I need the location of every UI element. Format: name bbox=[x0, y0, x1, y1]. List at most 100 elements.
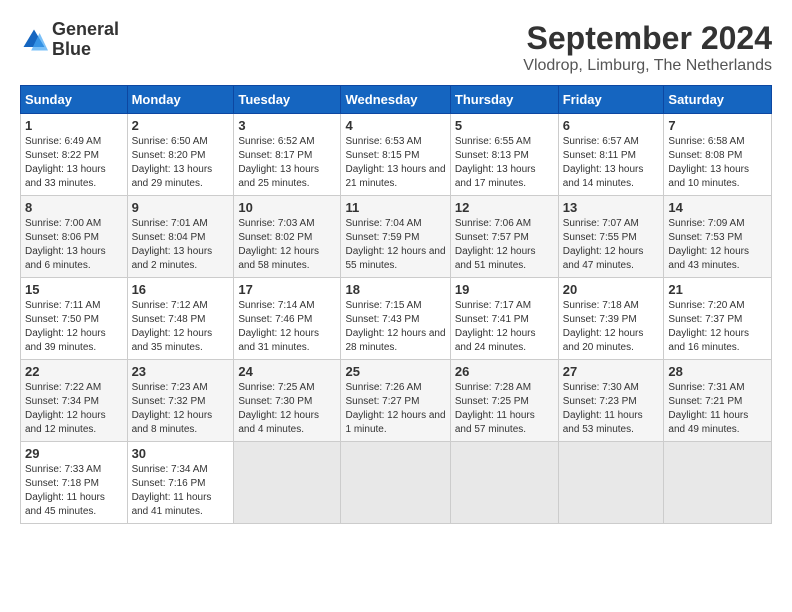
day-info: Sunrise: 7:07 AM Sunset: 7:55 PM Dayligh… bbox=[563, 217, 660, 273]
day-number: 18 bbox=[345, 282, 445, 297]
day-number: 17 bbox=[238, 282, 336, 297]
day-info: Sunrise: 7:09 AM Sunset: 7:53 PM Dayligh… bbox=[668, 217, 767, 273]
calendar-table: SundayMondayTuesdayWednesdayThursdayFrid… bbox=[20, 85, 772, 524]
calendar-cell: 20 Sunrise: 7:18 AM Sunset: 7:39 PM Dayli… bbox=[558, 278, 664, 360]
day-number: 13 bbox=[563, 200, 660, 215]
calendar-week-row: 1 Sunrise: 6:49 AM Sunset: 8:22 PM Daylig… bbox=[21, 114, 772, 196]
day-info: Sunrise: 7:06 AM Sunset: 7:57 PM Dayligh… bbox=[455, 217, 554, 273]
day-info: Sunrise: 7:12 AM Sunset: 7:48 PM Dayligh… bbox=[132, 299, 230, 355]
day-number: 14 bbox=[668, 200, 767, 215]
day-number: 9 bbox=[132, 200, 230, 215]
calendar-cell: 13 Sunrise: 7:07 AM Sunset: 7:55 PM Dayli… bbox=[558, 196, 664, 278]
day-number: 21 bbox=[668, 282, 767, 297]
day-number: 15 bbox=[25, 282, 123, 297]
day-number: 28 bbox=[668, 364, 767, 379]
calendar-cell: 29Sunrise: 7:33 AM Sunset: 7:18 PM Dayli… bbox=[21, 442, 128, 524]
day-info: Sunrise: 7:34 AM Sunset: 7:16 PM Dayligh… bbox=[132, 463, 230, 519]
day-number: 16 bbox=[132, 282, 230, 297]
calendar-cell bbox=[341, 442, 450, 524]
calendar-cell: 11 Sunrise: 7:04 AM Sunset: 7:59 PM Dayli… bbox=[341, 196, 450, 278]
calendar-cell: 28Sunrise: 7:31 AM Sunset: 7:21 PM Dayli… bbox=[664, 360, 772, 442]
day-number: 19 bbox=[455, 282, 554, 297]
calendar-cell: 21 Sunrise: 7:20 AM Sunset: 7:37 PM Dayli… bbox=[664, 278, 772, 360]
day-info: Sunrise: 7:18 AM Sunset: 7:39 PM Dayligh… bbox=[563, 299, 660, 355]
day-info: Sunrise: 7:20 AM Sunset: 7:37 PM Dayligh… bbox=[668, 299, 767, 355]
day-number: 30 bbox=[132, 446, 230, 461]
calendar-cell: 8 Sunrise: 7:00 AM Sunset: 8:06 PM Daylig… bbox=[21, 196, 128, 278]
day-info: Sunrise: 7:15 AM Sunset: 7:43 PM Dayligh… bbox=[345, 299, 445, 355]
page-title: September 2024 bbox=[523, 20, 772, 57]
calendar-cell: 25 Sunrise: 7:26 AM Sunset: 7:27 PM Dayli… bbox=[341, 360, 450, 442]
calendar-cell: 9 Sunrise: 7:01 AM Sunset: 8:04 PM Daylig… bbox=[127, 196, 234, 278]
calendar-cell bbox=[450, 442, 558, 524]
header-sunday: Sunday bbox=[21, 86, 128, 114]
calendar-cell: 23 Sunrise: 7:23 AM Sunset: 7:32 PM Dayli… bbox=[127, 360, 234, 442]
calendar-cell bbox=[234, 442, 341, 524]
calendar-cell bbox=[664, 442, 772, 524]
header-wednesday: Wednesday bbox=[341, 86, 450, 114]
day-info: Sunrise: 7:26 AM Sunset: 7:27 PM Dayligh… bbox=[345, 381, 445, 437]
day-info: Sunrise: 6:52 AM Sunset: 8:17 PM Dayligh… bbox=[238, 135, 336, 191]
title-section: September 2024 Vlodrop, Limburg, The Net… bbox=[523, 20, 772, 75]
calendar-week-row: 29Sunrise: 7:33 AM Sunset: 7:18 PM Dayli… bbox=[21, 442, 772, 524]
day-info: Sunrise: 7:30 AM Sunset: 7:23 PM Dayligh… bbox=[563, 381, 660, 437]
day-info: Sunrise: 7:25 AM Sunset: 7:30 PM Dayligh… bbox=[238, 381, 336, 437]
calendar-cell: 7Sunrise: 6:58 AM Sunset: 8:08 PM Daylig… bbox=[664, 114, 772, 196]
day-number: 22 bbox=[25, 364, 123, 379]
day-number: 27 bbox=[563, 364, 660, 379]
calendar-cell: 5Sunrise: 6:55 AM Sunset: 8:13 PM Daylig… bbox=[450, 114, 558, 196]
calendar-cell: 16 Sunrise: 7:12 AM Sunset: 7:48 PM Dayli… bbox=[127, 278, 234, 360]
calendar-cell: 2Sunrise: 6:50 AM Sunset: 8:20 PM Daylig… bbox=[127, 114, 234, 196]
day-info: Sunrise: 7:14 AM Sunset: 7:46 PM Dayligh… bbox=[238, 299, 336, 355]
day-info: Sunrise: 7:03 AM Sunset: 8:02 PM Dayligh… bbox=[238, 217, 336, 273]
day-number: 20 bbox=[563, 282, 660, 297]
day-info: Sunrise: 7:22 AM Sunset: 7:34 PM Dayligh… bbox=[25, 381, 123, 437]
calendar-cell: 27 Sunrise: 7:30 AM Sunset: 7:23 PM Dayli… bbox=[558, 360, 664, 442]
calendar-header-row: SundayMondayTuesdayWednesdayThursdayFrid… bbox=[21, 86, 772, 114]
calendar-cell: 19Sunrise: 7:17 AM Sunset: 7:41 PM Dayli… bbox=[450, 278, 558, 360]
calendar-cell: 26 Sunrise: 7:28 AM Sunset: 7:25 PM Dayli… bbox=[450, 360, 558, 442]
day-number: 8 bbox=[25, 200, 123, 215]
logo: General Blue bbox=[20, 20, 119, 60]
page-subtitle: Vlodrop, Limburg, The Netherlands bbox=[523, 57, 772, 75]
day-info: Sunrise: 7:00 AM Sunset: 8:06 PM Dayligh… bbox=[25, 217, 123, 273]
calendar-cell: 12 Sunrise: 7:06 AM Sunset: 7:57 PM Dayli… bbox=[450, 196, 558, 278]
calendar-cell: 10Sunrise: 7:03 AM Sunset: 8:02 PM Dayli… bbox=[234, 196, 341, 278]
calendar-week-row: 8 Sunrise: 7:00 AM Sunset: 8:06 PM Daylig… bbox=[21, 196, 772, 278]
day-number: 29 bbox=[25, 446, 123, 461]
day-number: 25 bbox=[345, 364, 445, 379]
day-info: Sunrise: 7:04 AM Sunset: 7:59 PM Dayligh… bbox=[345, 217, 445, 273]
day-info: Sunrise: 6:57 AM Sunset: 8:11 PM Dayligh… bbox=[563, 135, 660, 191]
calendar-cell: 6 Sunrise: 6:57 AM Sunset: 8:11 PM Daylig… bbox=[558, 114, 664, 196]
header-friday: Friday bbox=[558, 86, 664, 114]
header-saturday: Saturday bbox=[664, 86, 772, 114]
calendar-cell: 1 Sunrise: 6:49 AM Sunset: 8:22 PM Daylig… bbox=[21, 114, 128, 196]
day-info: Sunrise: 7:28 AM Sunset: 7:25 PM Dayligh… bbox=[455, 381, 554, 437]
day-number: 12 bbox=[455, 200, 554, 215]
calendar-cell: 30 Sunrise: 7:34 AM Sunset: 7:16 PM Dayli… bbox=[127, 442, 234, 524]
day-info: Sunrise: 6:49 AM Sunset: 8:22 PM Dayligh… bbox=[25, 135, 123, 191]
page-header: General Blue September 2024 Vlodrop, Lim… bbox=[20, 20, 772, 75]
day-number: 11 bbox=[345, 200, 445, 215]
calendar-cell bbox=[558, 442, 664, 524]
calendar-cell: 24 Sunrise: 7:25 AM Sunset: 7:30 PM Dayli… bbox=[234, 360, 341, 442]
day-info: Sunrise: 7:01 AM Sunset: 8:04 PM Dayligh… bbox=[132, 217, 230, 273]
day-info: Sunrise: 6:53 AM Sunset: 8:15 PM Dayligh… bbox=[345, 135, 445, 191]
logo-text: General Blue bbox=[52, 20, 119, 60]
calendar-cell: 14 Sunrise: 7:09 AM Sunset: 7:53 PM Dayli… bbox=[664, 196, 772, 278]
logo-icon bbox=[20, 26, 48, 54]
day-number: 23 bbox=[132, 364, 230, 379]
day-number: 6 bbox=[563, 118, 660, 133]
calendar-cell: 4Sunrise: 6:53 AM Sunset: 8:15 PM Daylig… bbox=[341, 114, 450, 196]
calendar-cell: 18 Sunrise: 7:15 AM Sunset: 7:43 PM Dayli… bbox=[341, 278, 450, 360]
day-number: 1 bbox=[25, 118, 123, 133]
calendar-week-row: 15 Sunrise: 7:11 AM Sunset: 7:50 PM Dayli… bbox=[21, 278, 772, 360]
day-info: Sunrise: 7:11 AM Sunset: 7:50 PM Dayligh… bbox=[25, 299, 123, 355]
day-number: 2 bbox=[132, 118, 230, 133]
day-info: Sunrise: 7:23 AM Sunset: 7:32 PM Dayligh… bbox=[132, 381, 230, 437]
day-number: 26 bbox=[455, 364, 554, 379]
calendar-week-row: 22 Sunrise: 7:22 AM Sunset: 7:34 PM Dayli… bbox=[21, 360, 772, 442]
day-number: 24 bbox=[238, 364, 336, 379]
calendar-cell: 3Sunrise: 6:52 AM Sunset: 8:17 PM Daylig… bbox=[234, 114, 341, 196]
day-number: 5 bbox=[455, 118, 554, 133]
